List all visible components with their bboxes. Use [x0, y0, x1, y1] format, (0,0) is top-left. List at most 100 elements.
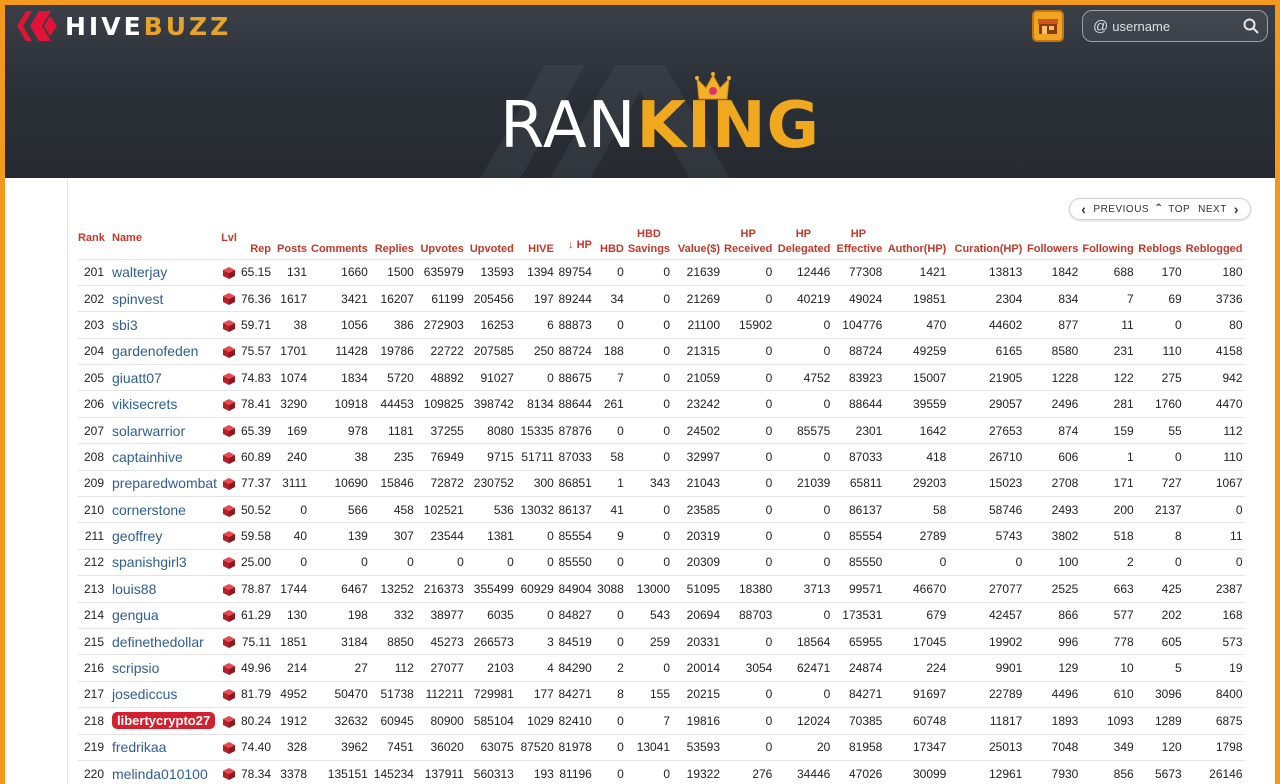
search-icon[interactable] — [1243, 18, 1259, 34]
value-cell: 86851 — [555, 470, 594, 498]
col-following[interactable]: Following — [1080, 224, 1135, 259]
value-cell: 65955 — [832, 628, 885, 656]
value-cell: 47026 — [832, 760, 885, 784]
value-cell: 1289 — [1135, 707, 1184, 735]
previous-link[interactable]: PREVIOUS — [1093, 204, 1149, 215]
user-link[interactable]: definethedollar — [112, 634, 204, 650]
user-link[interactable]: fredrikaa — [112, 739, 166, 755]
user-link[interactable]: libertycrypto27 — [112, 712, 216, 730]
user-link[interactable]: captainhive — [112, 449, 183, 465]
value-cell: 21315 — [672, 338, 723, 366]
col-hive[interactable]: HIVE — [516, 224, 556, 259]
col-value[interactable]: Value($) — [672, 224, 722, 259]
hivebuzz-logo[interactable]: HIVEBUZZ — [17, 9, 231, 43]
value-cell: 110 — [1135, 338, 1184, 366]
value-cell: 8 — [593, 681, 626, 709]
user-link[interactable]: spanishgirl3 — [112, 554, 187, 570]
col-curation[interactable]: Curation(HP) — [948, 224, 1024, 259]
value-cell: 20331 — [672, 628, 723, 656]
top-link[interactable]: TOP — [1168, 204, 1190, 215]
chevron-left-icon[interactable]: ‹ — [1081, 201, 1086, 217]
value-cell: 27077 — [415, 654, 466, 682]
value-cell: 32997 — [672, 443, 723, 471]
value-cell: 235 — [369, 443, 416, 471]
user-link[interactable]: walterjay — [112, 264, 167, 280]
next-link[interactable]: NEXT — [1198, 204, 1227, 215]
shop-icon[interactable] — [1032, 10, 1064, 42]
col-hp-effective[interactable]: HP Effective — [832, 224, 884, 259]
rank-cell: 214 — [78, 602, 110, 629]
user-link[interactable]: cornerstone — [112, 502, 186, 518]
col-followers[interactable]: Followers — [1024, 224, 1080, 259]
col-replies[interactable]: Replies — [370, 224, 416, 259]
value-cell: 78.34 — [238, 760, 273, 784]
user-link[interactable]: vikisecrets — [112, 396, 177, 412]
chevron-right-icon[interactable]: › — [1234, 201, 1239, 217]
user-link[interactable]: louis88 — [112, 581, 156, 597]
value-cell: 170 — [1135, 258, 1184, 286]
col-comments[interactable]: Comments — [309, 224, 370, 259]
value-cell: 877 — [1024, 311, 1081, 339]
value-cell: 0 — [625, 417, 673, 445]
value-cell: 19902 — [948, 628, 1025, 656]
value-cell: 36020 — [415, 734, 466, 761]
table-row: 213 louis88 78.87 1744 6467 13252 216373 355499… — [78, 575, 1245, 603]
user-link[interactable]: gengua — [112, 607, 159, 623]
user-link[interactable]: geoffrey — [112, 528, 162, 544]
level-cube-icon — [223, 372, 236, 385]
name-cell: louis88 — [110, 575, 220, 603]
col-hp-received[interactable]: HP Received — [722, 224, 774, 259]
value-cell: 23242 — [672, 390, 723, 418]
user-link[interactable]: giuatt07 — [112, 370, 162, 386]
col-reblogged[interactable]: Reblogged — [1184, 224, 1245, 259]
user-link[interactable]: melinda010100 — [112, 766, 208, 782]
user-link[interactable]: scripsio — [112, 660, 159, 676]
col-hp[interactable]: ↓ HP — [556, 224, 594, 259]
value-cell: 86137 — [832, 496, 885, 524]
value-cell: 2304 — [948, 285, 1025, 313]
col-rep[interactable]: Rep — [239, 224, 273, 259]
col-posts[interactable]: Posts — [273, 224, 309, 259]
col-upvoted[interactable]: Upvoted — [466, 224, 516, 259]
value-cell: 16207 — [369, 285, 416, 313]
value-cell: 15023 — [948, 470, 1025, 498]
value-cell: 83923 — [832, 364, 885, 392]
user-link[interactable]: josediccus — [112, 686, 177, 702]
user-link[interactable]: solarwarrior — [112, 423, 185, 439]
level-cube-icon — [223, 530, 236, 543]
level-cube-icon — [223, 319, 236, 332]
table-row: 211 geoffrey 59.58 40 139 307 23544 1381 0 85554 9… — [78, 522, 1245, 550]
col-hbd[interactable]: HBD — [594, 224, 626, 259]
col-lvl[interactable]: Lvl — [219, 224, 239, 259]
value-cell: 560313 — [465, 760, 516, 784]
level-cell — [219, 417, 239, 445]
value-cell: 0 — [774, 311, 833, 339]
table-row: 220 melinda010100 78.34 3378 135151 145234 137… — [78, 760, 1245, 784]
search-input[interactable] — [1112, 18, 1233, 34]
level-cube-icon — [223, 662, 236, 675]
user-link[interactable]: sbi3 — [112, 317, 138, 333]
user-link[interactable]: preparedwombat — [112, 475, 217, 491]
value-cell: 605 — [1135, 628, 1184, 656]
col-rank[interactable]: Rank — [78, 224, 110, 259]
user-link[interactable]: spinvest — [112, 291, 163, 307]
search-box[interactable]: @ — [1082, 10, 1268, 42]
value-cell: 1067 — [1183, 470, 1245, 498]
col-reblogs[interactable]: Reblogs — [1136, 224, 1184, 259]
chevron-up-icon[interactable]: ˆ — [1156, 201, 1161, 217]
value-cell: 1912 — [273, 707, 309, 735]
col-author[interactable]: Author(HP) — [884, 224, 948, 259]
ranking-table: Rank Name Lvl Rep Posts Comments Replies… — [78, 224, 1245, 784]
value-cell: 16253 — [465, 311, 516, 339]
col-upvotes[interactable]: Upvotes — [416, 224, 466, 259]
col-hbd-savings[interactable]: HBD Savings — [626, 224, 672, 259]
value-cell: 86137 — [555, 496, 594, 524]
col-hp-delegated[interactable]: HP Delegated — [774, 224, 832, 259]
value-cell: 72872 — [415, 470, 466, 498]
level-cell — [219, 522, 239, 550]
col-name[interactable]: Name — [110, 224, 219, 259]
value-cell: 3088 — [593, 575, 626, 603]
value-cell: 0 — [1183, 549, 1245, 577]
user-link[interactable]: gardenofeden — [112, 343, 198, 359]
value-cell: 281 — [1080, 390, 1136, 418]
